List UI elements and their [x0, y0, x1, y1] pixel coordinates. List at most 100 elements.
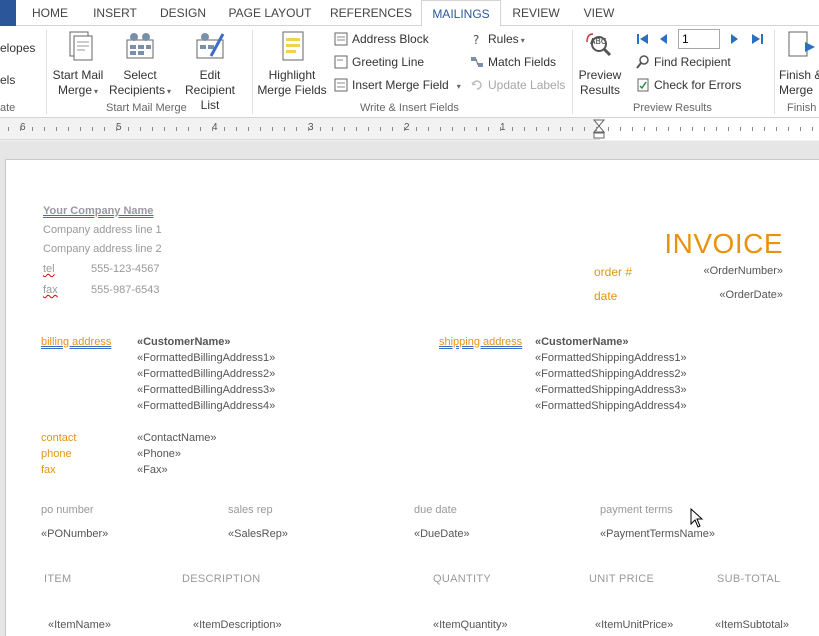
rules-label: Rules: [488, 32, 519, 46]
fax-field: «Fax»: [137, 464, 168, 476]
last-record-icon[interactable]: [750, 33, 764, 45]
item-description-field: «ItemDescription»: [193, 619, 282, 631]
greeting-line-label: Greeting Line: [352, 55, 425, 69]
ruler-tick: [164, 127, 165, 131]
ruler-tick: [68, 127, 69, 131]
tab-mailings[interactable]: MAILINGS: [421, 0, 501, 27]
document-canvas: Your Company Name Company address line 1…: [0, 141, 819, 636]
ruler-tick: [800, 127, 801, 131]
mouse-pointer-icon: [690, 508, 704, 528]
contact-field: «ContactName»: [137, 432, 217, 444]
due-date-label: due date: [414, 504, 457, 516]
company-name: Your Company Name: [43, 205, 154, 217]
edit-recipient-list-icon: [196, 33, 225, 59]
match-fields-button[interactable]: Match Fields: [470, 52, 556, 72]
ruler-tick: [248, 127, 249, 131]
ruler-tick: [560, 127, 561, 131]
edit-recipient-list-button[interactable]: Edit Recipient List: [174, 30, 246, 113]
tel-value: 555-123-4567: [91, 263, 160, 275]
create-group-label: ate: [0, 102, 16, 114]
order-date-field: «OrderDate»: [719, 289, 783, 301]
po-number-field: «PONumber»: [41, 528, 109, 540]
update-labels-label: Update Labels: [488, 78, 566, 92]
indent-marker-icon[interactable]: [593, 119, 605, 139]
shipping-address-label: shipping address: [439, 336, 523, 348]
column-header-description: DESCRIPTION: [182, 573, 261, 585]
document-page[interactable]: Your Company Name Company address line 1…: [5, 159, 819, 636]
select-recipients-button[interactable]: Select Recipients ▾: [108, 30, 172, 99]
highlight-merge-fields-button[interactable]: Highlight Merge Fields: [256, 30, 328, 98]
check-for-errors-button[interactable]: Check for Errors: [636, 75, 741, 95]
phone-field: «Phone»: [137, 448, 182, 460]
ruler-tick: [260, 127, 261, 131]
ruler-tick: [428, 127, 429, 131]
item-quantity-field: «ItemQuantity»: [433, 619, 508, 631]
ruler-tick: [524, 127, 525, 131]
fax-value: 555-987-6543: [91, 284, 160, 296]
chevron-down-icon: ▾: [94, 87, 99, 96]
chevron-down-icon: ▾: [167, 87, 172, 96]
tab-view[interactable]: VIEW: [572, 0, 626, 26]
shipping-address-2: «FormattedShippingAddress2»: [535, 368, 687, 380]
billing-customer-name: «CustomerName»: [137, 336, 231, 348]
file-tab-edge[interactable]: [0, 0, 16, 26]
greeting-line-button[interactable]: Greeting Line: [334, 52, 424, 72]
address-block-button[interactable]: Address Block: [334, 29, 429, 49]
ruler-tick: [332, 127, 333, 131]
sales-rep-field: «SalesRep»: [228, 528, 288, 540]
horizontal-ruler[interactable]: 6 5 4 3 2 1 1 2: [0, 118, 819, 140]
envelopes-button[interactable]: elopes: [0, 38, 35, 58]
ruler-tick: [776, 127, 777, 131]
insert-merge-field-button[interactable]: Insert Merge Field ▾: [334, 75, 461, 95]
po-number-label: po number: [41, 504, 94, 516]
ruler-tick: [20, 127, 21, 131]
start-mail-merge-label-1: Start Mail: [52, 68, 104, 82]
update-labels-button[interactable]: Update Labels: [470, 75, 565, 95]
ruler-tick: [764, 127, 765, 131]
start-mail-merge-button[interactable]: Start Mail Merge ▾: [50, 30, 106, 99]
find-recipient-button[interactable]: Find Recipient: [636, 52, 731, 72]
finish-merge-button[interactable]: Finish & Merge: [776, 30, 819, 98]
group-divider: [774, 30, 775, 114]
check-for-errors-label: Check for Errors: [654, 78, 742, 92]
preview-results-button[interactable]: ABC Preview Results: [574, 30, 626, 98]
tab-home[interactable]: HOME: [20, 0, 80, 26]
ruler-tick: [224, 127, 225, 131]
record-number-input[interactable]: [678, 29, 720, 49]
ruler-tick: [500, 127, 501, 131]
ruler-tick: [356, 127, 357, 131]
finish-group-label: Finish: [787, 102, 817, 114]
tab-review[interactable]: REVIEW: [504, 0, 568, 26]
labels-label: els: [0, 73, 16, 87]
select-recipients-icon: [126, 33, 154, 59]
tel-label: tel: [43, 263, 55, 275]
fax-contact-label: fax: [41, 464, 56, 476]
group-divider: [572, 30, 573, 114]
preview-results-label-1: Preview: [578, 68, 622, 82]
labels-button[interactable]: els: [0, 70, 15, 90]
shipping-address-1: «FormattedShippingAddress1»: [535, 352, 687, 364]
shipping-customer-name: «CustomerName»: [535, 336, 629, 348]
next-record-icon[interactable]: [729, 33, 739, 45]
first-record-icon[interactable]: [636, 33, 650, 45]
ruler-tick: [236, 127, 237, 131]
company-address-line-1: Company address line 1: [43, 224, 162, 236]
previous-record-icon[interactable]: [659, 33, 669, 45]
tab-references[interactable]: REFERENCES: [324, 0, 418, 26]
rules-button[interactable]: ? Rules ▾: [470, 29, 525, 49]
ruler-tick: [644, 127, 645, 131]
ruler-tick: [44, 127, 45, 131]
start-mail-merge-label-row: Merge ▾: [50, 83, 106, 99]
svg-text:?: ?: [473, 33, 479, 46]
tab-design[interactable]: DESIGN: [150, 0, 216, 26]
insert-merge-field-icon: [334, 78, 348, 92]
tab-insert[interactable]: INSERT: [84, 0, 146, 26]
chevron-down-icon: ▾: [520, 36, 525, 45]
billing-address-1: «FormattedBillingAddress1»: [137, 352, 276, 364]
ruler-tick: [200, 127, 201, 131]
ruler-tick: [692, 127, 693, 131]
tab-page-layout[interactable]: PAGE LAYOUT: [220, 0, 320, 26]
order-number-label: order #: [594, 265, 633, 279]
ruler-tick: [476, 127, 477, 131]
ruler-tick: [536, 127, 537, 131]
